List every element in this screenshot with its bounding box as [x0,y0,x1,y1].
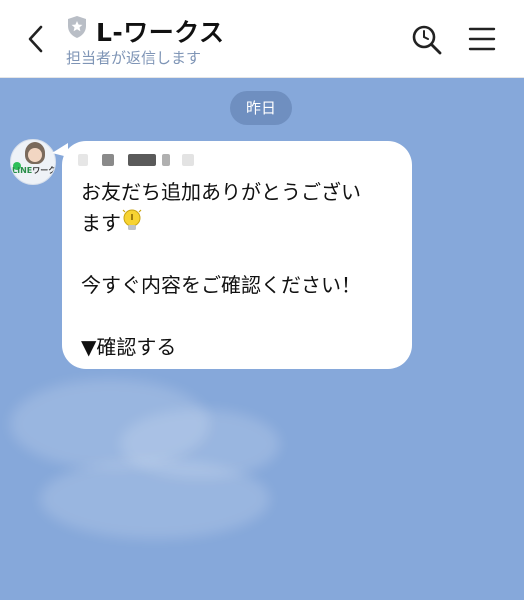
message-line: 今すぐ内容をご確認ください！ [81,273,361,297]
sender-name-redacted [78,154,198,166]
message-line: お友だち追加ありがとうござい [81,180,361,204]
lightbulb-emoji-icon [122,209,142,230]
background-cloud [40,459,270,539]
chat-title: L-ワークス [96,18,225,47]
avatar[interactable]: LINEワークス [10,139,56,185]
message-text: お友だち追加ありがとうござい ます 今すぐ内容をご確認ください！ ▼確認する [81,177,401,363]
message-line: ます [81,208,401,239]
menu-icon[interactable] [467,25,497,53]
search-icon[interactable] [410,23,444,57]
date-separator: 昨日 [230,91,292,125]
chat-area[interactable]: 昨日 LINEワークス お友だち追加ありがとうござい ます 今すぐ内容をご確認く… [0,79,524,600]
back-arrow-icon[interactable] [22,22,50,56]
avatar-logo-text: LINEワークス [12,166,56,175]
chat-subtitle: 担当者が返信します [66,49,202,67]
shield-badge-icon [68,16,86,38]
confirm-link[interactable]: ▼確認する [81,332,401,363]
chat-header: L-ワークス 担当者が返信します [0,0,524,78]
avatar-face [28,148,42,162]
